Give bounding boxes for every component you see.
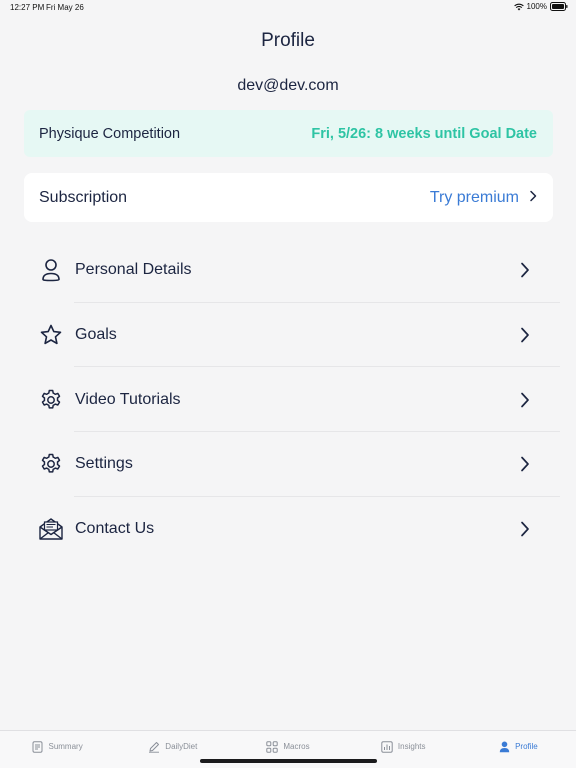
menu-item-settings[interactable]: Settings xyxy=(24,432,560,497)
chevron-right-icon xyxy=(520,392,530,408)
menu-item-label: Personal Details xyxy=(75,261,192,279)
battery-icon xyxy=(550,2,568,11)
status-bar: 12:27 PM Fri May 26 100% xyxy=(0,0,576,14)
goal-name: Physique Competition xyxy=(39,125,181,142)
chevron-right-icon xyxy=(520,262,530,278)
chevron-right-icon xyxy=(520,327,530,343)
menu-item-contact-us[interactable]: Contact Us xyxy=(24,497,560,562)
gear-icon xyxy=(37,386,65,414)
star-icon xyxy=(37,321,65,349)
person-icon xyxy=(499,741,510,753)
person-icon xyxy=(37,256,65,284)
chart-icon xyxy=(381,740,393,753)
home-indicator xyxy=(200,759,377,763)
menu-item-label: Goals xyxy=(75,326,117,344)
status-date: Fri May 26 xyxy=(46,3,84,12)
try-premium-link[interactable]: Try premium xyxy=(430,189,519,207)
subscription-row[interactable]: Subscription Try premium xyxy=(24,173,553,222)
tab-profile[interactable]: Profile xyxy=(461,731,576,768)
subscription-label: Subscription xyxy=(39,188,128,206)
goal-date-countdown: Fri, 5/26: 8 weeks until Goal Date xyxy=(311,125,537,142)
menu-item-label: Settings xyxy=(75,455,133,473)
menu-item-personal-details[interactable]: Personal Details xyxy=(24,238,560,303)
menu-item-label: Contact Us xyxy=(75,520,155,538)
grid-icon xyxy=(266,740,279,753)
menu-item-label: Video Tutorials xyxy=(75,390,181,408)
status-time: 12:27 PM xyxy=(10,3,45,12)
profile-screen: 12:27 PM Fri May 26 100% Profile dev@dev… xyxy=(0,0,576,768)
goal-banner[interactable]: Physique Competition Fri, 5/26: 8 weeks … xyxy=(24,110,553,157)
tab-summary[interactable]: Summary xyxy=(0,731,115,768)
tab-label: DailyDiet xyxy=(165,742,198,751)
chevron-right-icon xyxy=(520,456,530,472)
wifi-icon xyxy=(513,3,524,11)
pencil-icon xyxy=(148,741,160,753)
profile-menu: Personal Details Goals Video Tutorials S… xyxy=(24,238,560,561)
tab-label: Macros xyxy=(283,742,310,751)
user-email: dev@dev.com xyxy=(237,77,339,94)
page-title: Profile xyxy=(261,30,315,51)
mail-icon xyxy=(37,515,65,543)
chevron-right-icon xyxy=(520,521,530,537)
status-indicators: 100% xyxy=(513,2,568,11)
menu-item-goals[interactable]: Goals xyxy=(24,303,560,368)
battery-percent: 100% xyxy=(526,2,547,11)
chevron-right-icon xyxy=(529,189,537,207)
tab-label: Summary xyxy=(48,742,83,751)
document-icon xyxy=(32,740,43,753)
gear-icon xyxy=(37,450,65,478)
tab-label: Insights xyxy=(397,742,426,751)
tab-label: Profile xyxy=(515,742,538,751)
subscription-action-group[interactable]: Try premium xyxy=(430,189,537,207)
menu-item-video-tutorials[interactable]: Video Tutorials xyxy=(24,367,560,433)
